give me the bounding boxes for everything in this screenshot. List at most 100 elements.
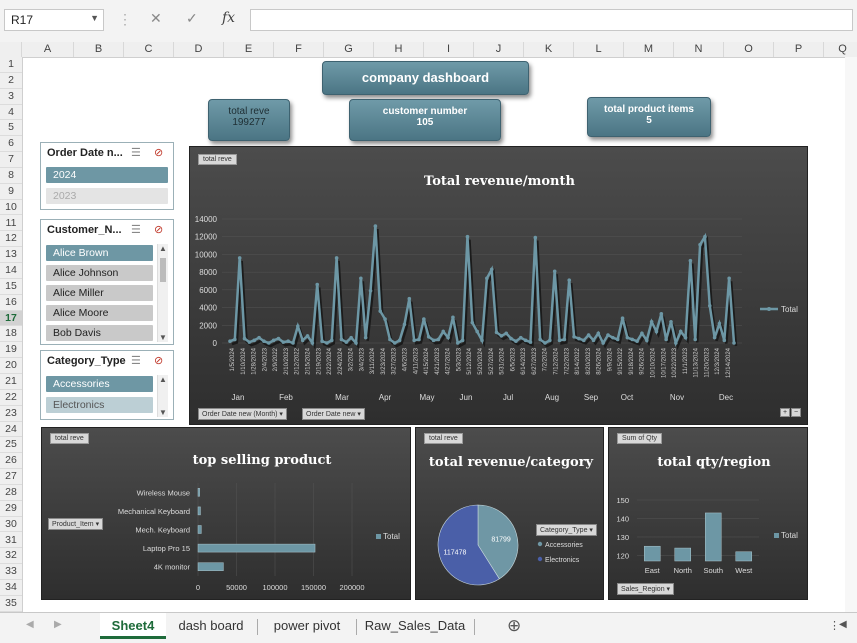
chevron-down-icon[interactable]: ▼ (90, 13, 99, 23)
row-header[interactable]: 1 (0, 57, 22, 73)
slicer-scrollbar[interactable]: ▲ ▼ (157, 244, 168, 342)
row-header[interactable]: 23 (0, 406, 22, 422)
row-header[interactable]: 16 (0, 295, 22, 311)
column-header[interactable]: L (574, 42, 624, 57)
row-header[interactable]: 20 (0, 358, 22, 374)
row-header[interactable]: 32 (0, 548, 22, 565)
slicer-item[interactable]: 2024 (46, 167, 168, 183)
tab-power-pivot[interactable]: power pivot (260, 613, 354, 639)
scroll-thumb[interactable] (160, 258, 166, 282)
filter-button[interactable]: Product_Item ▾ (48, 518, 104, 530)
row-header[interactable]: 21 (0, 374, 22, 390)
slicer-item[interactable]: Alice Johnson (46, 265, 153, 281)
cancel-icon[interactable]: ✕ (150, 10, 162, 27)
top-selling-chart[interactable]: total reve top selling product 0 50000 100… (41, 427, 411, 600)
column-header[interactable]: Q (824, 42, 857, 57)
row-header[interactable]: 26 (0, 453, 22, 470)
slicer-item[interactable]: Alice Brown (46, 245, 153, 261)
row-header[interactable]: 28 (0, 485, 22, 501)
row-header[interactable]: 30 (0, 517, 22, 533)
field-button-date[interactable]: Order Date new ▾ (302, 408, 365, 420)
column-header[interactable]: O (724, 42, 774, 57)
qty-region-chart[interactable]: Sum of Qty total qty/region 120 130 140 150… (608, 427, 808, 600)
field-button-month[interactable]: Order Date new (Month) ▾ (198, 408, 287, 420)
name-box[interactable]: R17 ▼ (4, 9, 104, 31)
expand-icon[interactable]: + (780, 408, 791, 417)
row-header[interactable]: 33 (0, 564, 22, 581)
clear-filter-icon[interactable]: ⊘ (154, 146, 163, 159)
scroll-up-icon[interactable]: ▲ (159, 375, 167, 384)
column-header[interactable]: I (424, 42, 474, 57)
row-header[interactable]: 24 (0, 422, 22, 438)
select-all-corner[interactable] (0, 42, 22, 57)
multi-select-icon[interactable]: ☰ (131, 146, 141, 159)
column-header[interactable]: C (124, 42, 174, 57)
scroll-down-icon[interactable]: ▼ (159, 333, 167, 342)
row-header[interactable]: 13 (0, 247, 22, 264)
multi-select-icon[interactable]: ☰ (131, 354, 141, 367)
row-header[interactable]: 3 (0, 89, 22, 105)
revenue-category-chart[interactable]: total reve total revenue/category 81799 1… (415, 427, 604, 600)
column-header[interactable]: N (674, 42, 724, 57)
collapse-icon[interactable]: − (791, 408, 802, 417)
row-header[interactable]: 15 (0, 279, 22, 295)
column-header[interactable]: B (74, 42, 124, 57)
clear-filter-icon[interactable]: ⊘ (154, 223, 163, 236)
column-header[interactable]: J (474, 42, 524, 57)
scroll-down-icon[interactable]: ▼ (159, 408, 167, 417)
clear-filter-icon[interactable]: ⊘ (154, 354, 163, 367)
row-header[interactable]: 6 (0, 136, 22, 153)
row-header[interactable]: 35 (0, 596, 22, 612)
vertical-scrollbar[interactable] (845, 57, 857, 612)
column-header[interactable]: H (374, 42, 424, 57)
tab-sheet4[interactable]: Sheet4 (100, 613, 166, 639)
row-header[interactable]: 22 (0, 390, 22, 406)
revenue-month-chart[interactable]: total reve Total revenue/month 0 2000 4000… (189, 146, 808, 425)
slicer-scrollbar[interactable]: ▲ ▼ (157, 375, 168, 417)
row-header[interactable]: 31 (0, 533, 22, 549)
tab-scroll-right-icon[interactable]: ▶ (54, 619, 62, 630)
column-header[interactable]: G (324, 42, 374, 57)
row-header[interactable]: 4 (0, 105, 22, 121)
tab-dash-board[interactable]: dash board (168, 613, 254, 639)
column-header[interactable]: M (624, 42, 674, 57)
row-header[interactable]: 8 (0, 168, 22, 184)
column-header[interactable]: P (774, 42, 824, 57)
slicer-item[interactable]: Accessories (46, 376, 153, 392)
formula-input[interactable] (250, 9, 853, 31)
slicer-item[interactable]: Electronics (46, 397, 153, 413)
row-header[interactable]: 27 (0, 469, 22, 485)
column-header[interactable]: D (174, 42, 224, 57)
tab-scroll-left-icon[interactable]: ◀ (26, 619, 34, 630)
column-header[interactable]: F (274, 42, 324, 57)
row-header[interactable]: 7 (0, 152, 22, 168)
row-header[interactable]: 34 (0, 580, 22, 596)
row-header[interactable]: 9 (0, 184, 22, 200)
row-header[interactable]: 5 (0, 120, 22, 137)
slicer-item[interactable]: Bob Davis (46, 325, 153, 341)
column-header[interactable]: K (524, 42, 574, 57)
add-sheet-icon[interactable]: ⊕ (507, 616, 521, 636)
fx-icon[interactable]: fx (222, 10, 235, 26)
row-header[interactable]: 17 (0, 310, 22, 327)
slicer-item[interactable]: 2023 (46, 188, 168, 204)
column-header[interactable]: A (22, 42, 74, 57)
row-header[interactable]: 29 (0, 501, 22, 517)
column-header[interactable]: E (224, 42, 274, 57)
row-header[interactable]: 25 (0, 437, 22, 454)
slicer-item[interactable]: Alice Moore (46, 305, 153, 321)
row-header[interactable]: 19 (0, 342, 22, 359)
hscroll-left-icon[interactable]: ◀ (839, 619, 847, 630)
scroll-up-icon[interactable]: ▲ (159, 244, 167, 253)
row-header[interactable]: 18 (0, 326, 22, 343)
row-header[interactable]: 11 (0, 216, 22, 232)
filter-button[interactable]: Sales_Region ▾ (617, 583, 675, 595)
tab-raw-sales-data[interactable]: Raw_Sales_Data (360, 613, 470, 639)
row-header[interactable]: 14 (0, 263, 22, 279)
row-header[interactable]: 2 (0, 73, 22, 89)
row-header[interactable]: 10 (0, 200, 22, 216)
enter-icon[interactable]: ✓ (186, 10, 198, 27)
row-header[interactable]: 12 (0, 231, 22, 248)
multi-select-icon[interactable]: ☰ (131, 223, 141, 236)
filter-button[interactable]: Category_Type ▾ (536, 524, 597, 536)
